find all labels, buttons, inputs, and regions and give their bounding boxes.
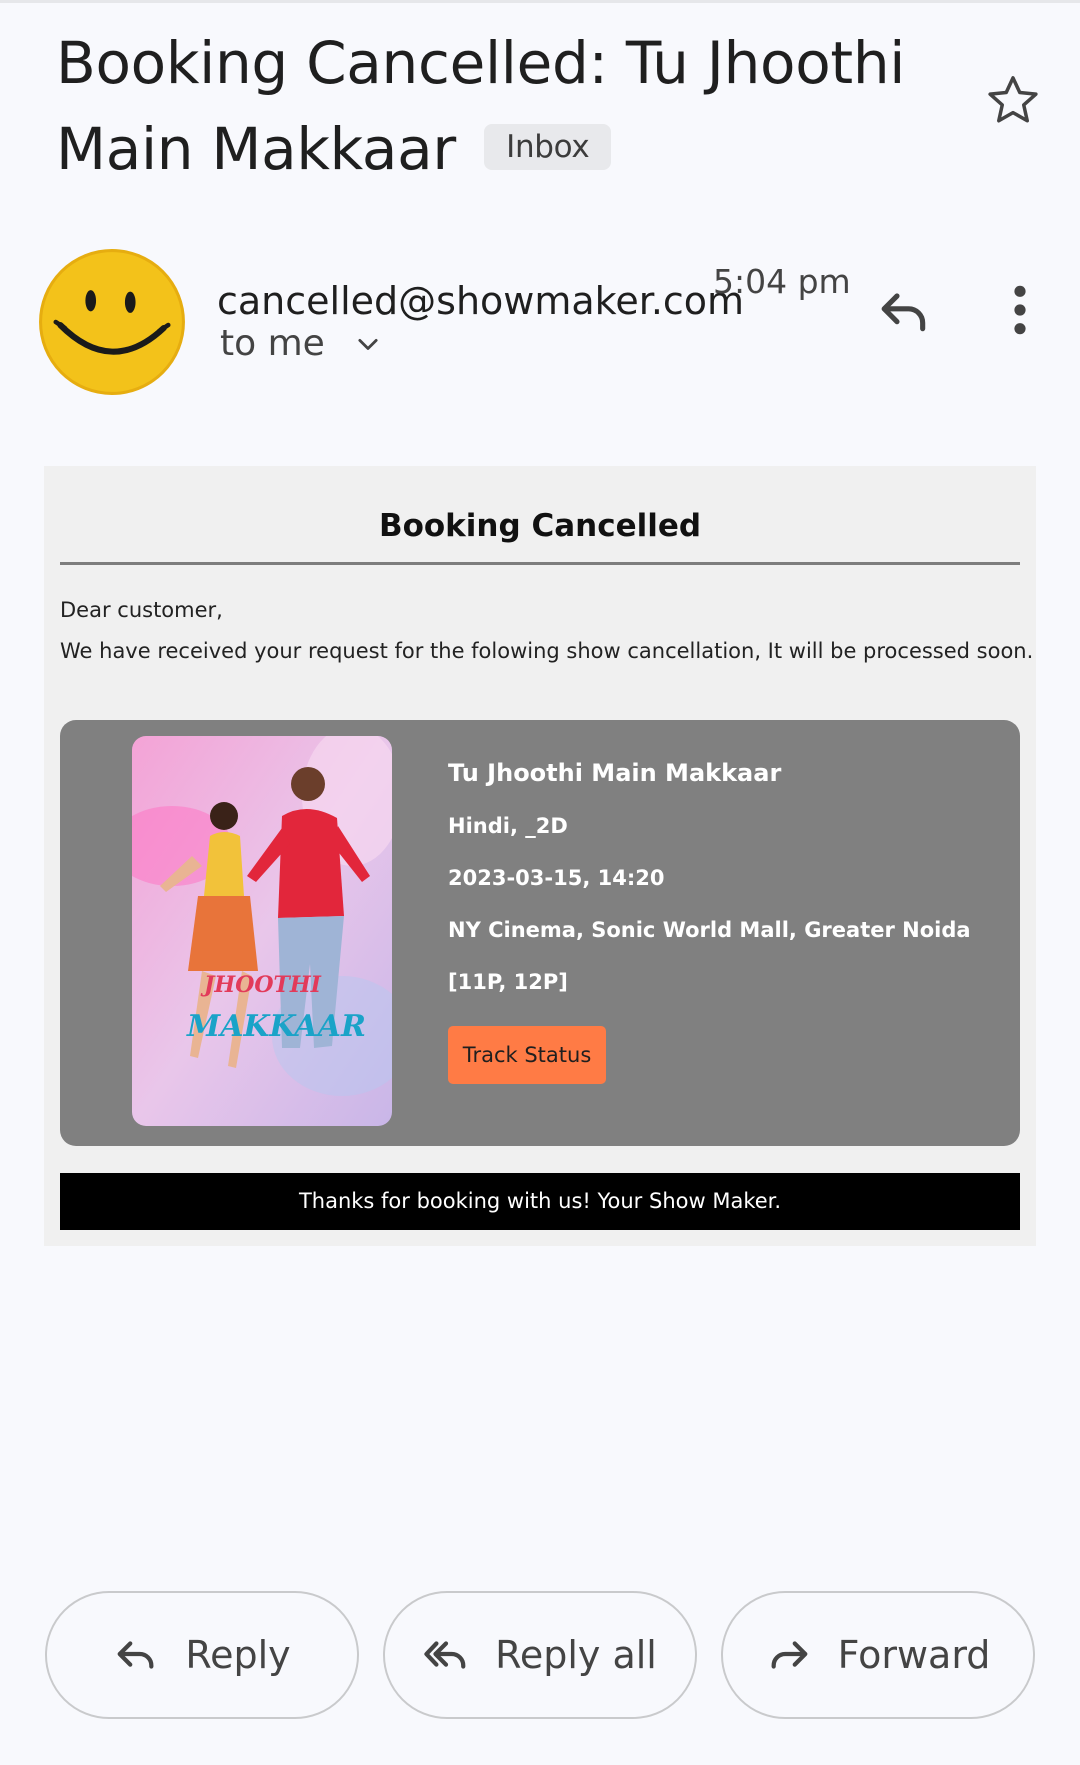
greeting-text: Dear customer,	[60, 598, 223, 622]
reply-label: Reply	[185, 1633, 291, 1677]
seats: [11P, 12P]	[448, 970, 568, 994]
star-icon[interactable]	[985, 72, 1041, 128]
reply-icon	[117, 1641, 154, 1669]
email-body-card: Booking Cancelled Dear customer, We have…	[44, 466, 1036, 1246]
recipient-label: to me	[220, 323, 325, 364]
reply-all-button[interactable]: Reply all	[383, 1591, 697, 1719]
more-vert-icon[interactable]	[1005, 282, 1035, 338]
top-divider	[0, 0, 1080, 3]
smiley-avatar[interactable]	[36, 246, 188, 398]
svg-text:JHOOTHI: JHOOTHI	[200, 972, 322, 998]
ticket-card: JHOOTHI MAKKAAR Tu Jhoothi Main Makkaar …	[60, 720, 1020, 1146]
venue: NY Cinema, Sonic World Mall, Greater Noi…	[448, 918, 971, 942]
subject-text: Booking Cancelled: Tu Jhoothi Main Makka…	[56, 29, 906, 183]
reply-all-icon	[424, 1641, 466, 1669]
message-text: We have received your request for the fo…	[60, 639, 1034, 663]
email-subject: Booking Cancelled: Tu Jhoothi Main Makka…	[56, 20, 956, 192]
sender-address[interactable]: cancelled@showmaker.com	[217, 278, 744, 324]
forward-label: Forward	[837, 1633, 991, 1677]
show-datetime: 2023-03-15, 14:20	[448, 866, 665, 890]
chevron-down-icon	[358, 338, 378, 350]
movie-poster: JHOOTHI MAKKAAR	[132, 736, 392, 1126]
forward-icon	[771, 1641, 807, 1669]
email-time: 5:04 pm	[713, 262, 851, 301]
track-status-button[interactable]: Track Status	[448, 1026, 606, 1084]
reply-all-label: Reply all	[495, 1633, 657, 1677]
email-footer: Thanks for booking with us! Your Show Ma…	[60, 1173, 1020, 1230]
ticket-details: Tu Jhoothi Main Makkaar Hindi, _2D 2023-…	[448, 758, 971, 996]
reply-button[interactable]: Reply	[45, 1591, 359, 1719]
language-format: Hindi, _2D	[448, 814, 568, 838]
body-heading: Booking Cancelled	[378, 508, 702, 544]
reply-icon[interactable]	[876, 282, 932, 338]
forward-button[interactable]: Forward	[721, 1591, 1035, 1719]
movie-title: Tu Jhoothi Main Makkaar	[448, 759, 782, 787]
heading-divider	[60, 562, 1020, 565]
svg-text:MAKKAAR: MAKKAAR	[186, 1009, 366, 1044]
recipient-toggle[interactable]: to me	[220, 322, 382, 366]
inbox-label[interactable]: Inbox	[484, 123, 612, 170]
